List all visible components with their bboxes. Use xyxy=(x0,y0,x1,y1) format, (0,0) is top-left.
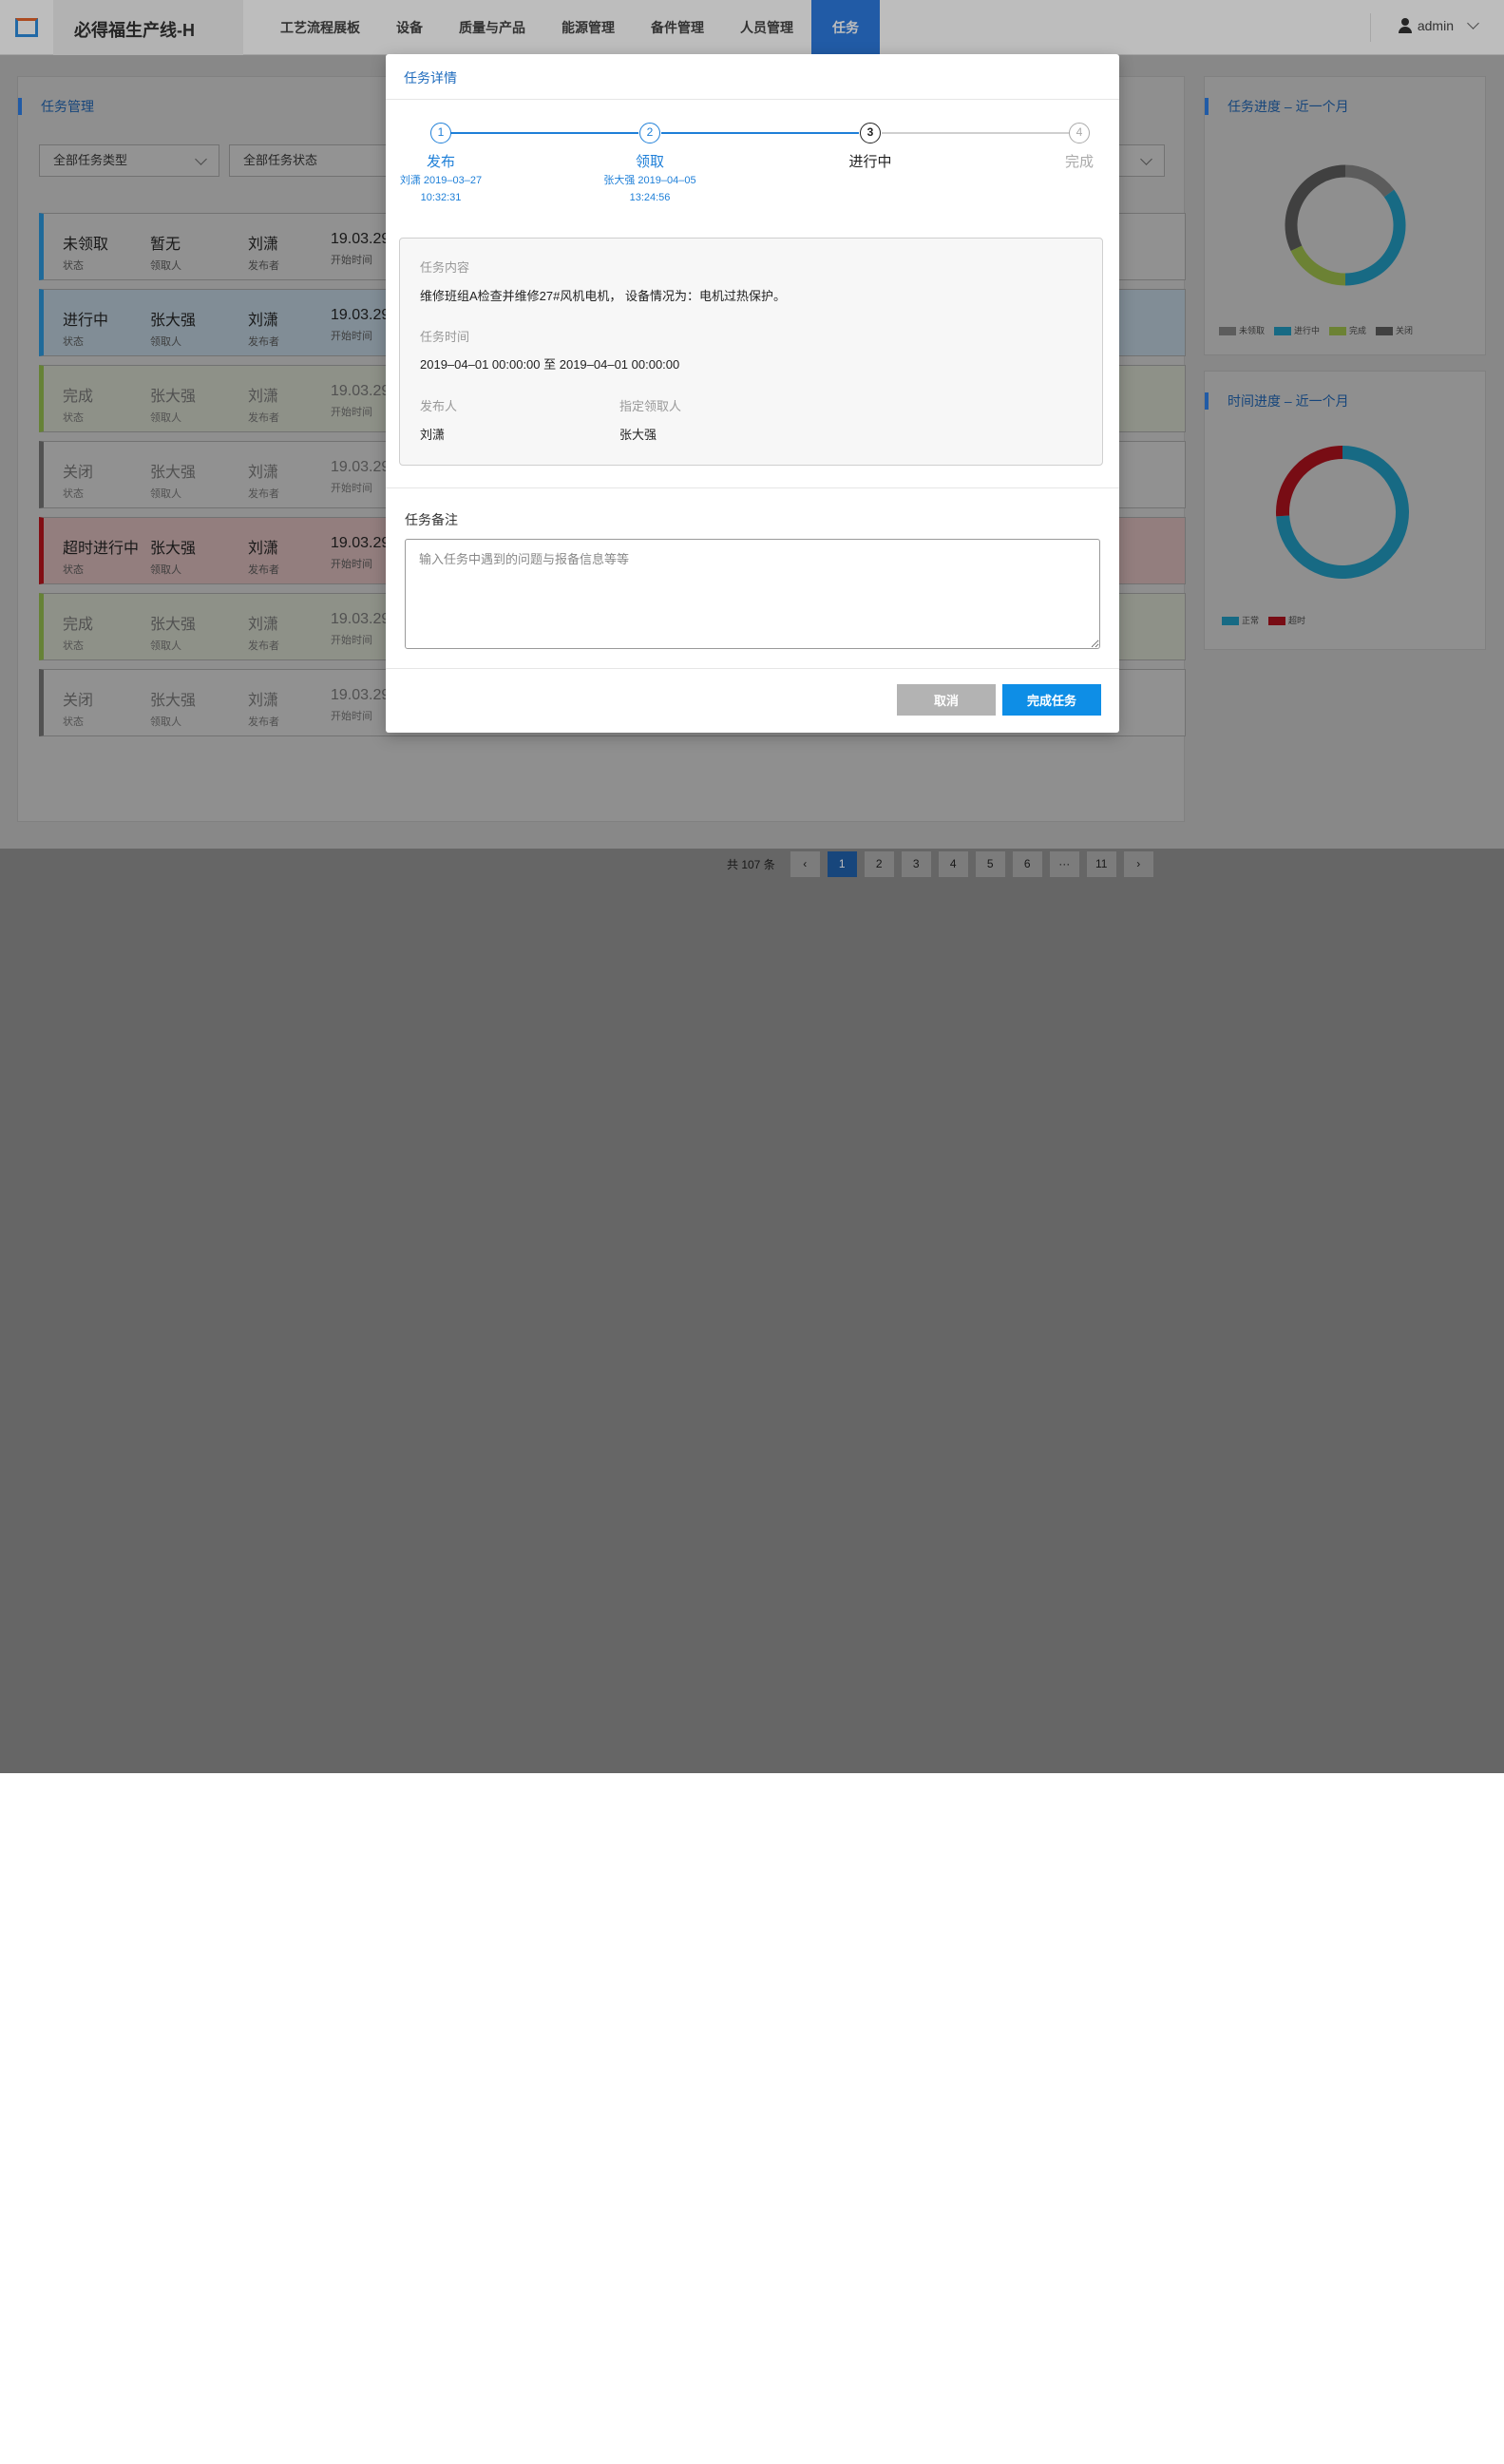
step-2-meta-line1: 张大强 2019–04–05 xyxy=(603,175,696,186)
step-4-dot: 4 xyxy=(1069,123,1090,143)
task-info-box: 任务内容 维修班组A检查并维修27#风机电机， 设备情况为：电机过热保护。 任务… xyxy=(399,238,1103,466)
step-2-meta: 张大强 2019–04–05 13:24:56 xyxy=(583,172,716,206)
publisher-label: 发布人 xyxy=(420,399,458,413)
task-steps: 1 发布 刘潇 2019–03–27 10:32:31 2 领取 张大强 201… xyxy=(386,121,1119,216)
step-3-dot: 3 xyxy=(860,123,881,143)
modal-title: 任务详情 xyxy=(404,70,457,86)
time-value: 2019–04–01 00:00:00 至 2019–04–01 00:00:0… xyxy=(420,357,680,372)
step-3-label: 进行中 xyxy=(848,154,892,170)
remark-input[interactable] xyxy=(405,539,1100,649)
assignee-label: 指定领取人 xyxy=(619,399,682,413)
assignee-value: 张大强 xyxy=(619,428,657,442)
step-1-dot: 1 xyxy=(430,123,451,143)
task-detail-modal: 任务详情 1 发布 刘潇 2019–03–27 10:32:31 2 领取 张大… xyxy=(386,54,1119,733)
step-1-meta-line1: 刘潇 2019–03–27 xyxy=(399,175,483,186)
step-1-meta: 刘潇 2019–03–27 10:32:31 xyxy=(374,172,507,206)
time-label: 任务时间 xyxy=(420,330,470,344)
publisher-value: 刘潇 xyxy=(420,428,446,442)
content-label: 任务内容 xyxy=(420,260,470,275)
step-connector-1 xyxy=(441,132,638,134)
cancel-button[interactable]: 取消 xyxy=(897,684,996,716)
modal-title-divider xyxy=(386,99,1119,100)
step-connector-3 xyxy=(882,132,1079,134)
step-1-meta-line2: 10:32:31 xyxy=(420,192,462,203)
step-1-label: 发布 xyxy=(426,154,455,170)
remark-label: 任务备注 xyxy=(405,512,458,527)
content-value: 维修班组A检查并维修27#风机电机， 设备情况为：电机过热保护。 xyxy=(420,289,786,303)
modal-section-divider xyxy=(386,487,1119,488)
modal-footer-divider xyxy=(386,668,1119,669)
step-2-meta-line2: 13:24:56 xyxy=(629,192,671,203)
step-2-dot: 2 xyxy=(639,123,660,143)
step-connector-2 xyxy=(661,132,859,134)
complete-task-button[interactable]: 完成任务 xyxy=(1002,684,1101,716)
step-4-label: 完成 xyxy=(1064,154,1094,170)
step-2-label: 领取 xyxy=(635,154,664,170)
